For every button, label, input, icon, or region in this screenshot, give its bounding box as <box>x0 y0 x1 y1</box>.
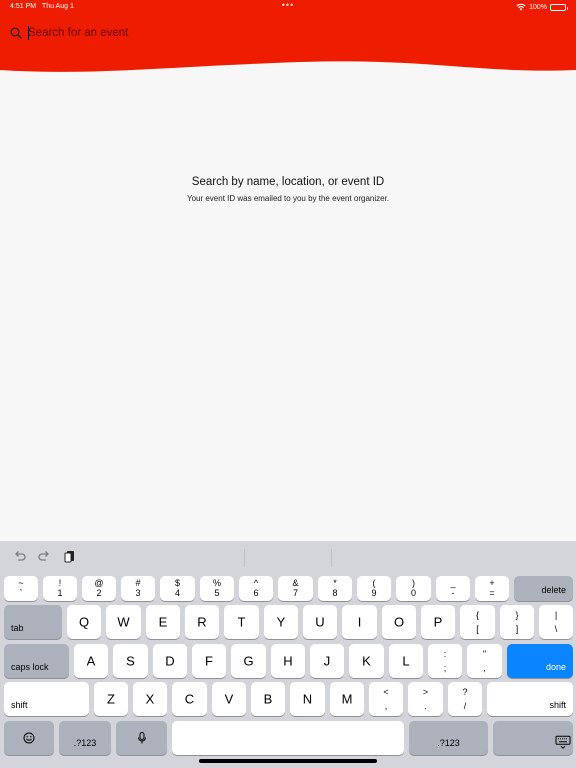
key-slash[interactable]: ? / <box>448 682 482 716</box>
wifi-icon <box>516 3 526 11</box>
key-u[interactable]: U <box>303 605 337 639</box>
paste-icon[interactable] <box>63 549 77 563</box>
toolbar-separator <box>331 549 332 567</box>
key-4[interactable]: $4 <box>160 576 195 601</box>
key-l[interactable]: L <box>389 644 423 678</box>
space-bar[interactable] <box>172 721 404 755</box>
redo-icon[interactable] <box>37 549 51 563</box>
delete-key[interactable]: delete <box>514 576 573 601</box>
dictation-key[interactable] <box>116 721 167 755</box>
emoji-icon <box>23 732 35 744</box>
key-d[interactable]: D <box>153 644 187 678</box>
battery-icon <box>550 3 568 11</box>
key-j[interactable]: J <box>310 644 344 678</box>
key-0[interactable]: ) 0 <box>396 576 431 601</box>
key-left-bracket[interactable]: {[ <box>460 605 495 639</box>
key-backtick[interactable]: ~ ` <box>4 576 38 601</box>
toolbar-separator <box>244 549 245 567</box>
key-1[interactable]: ! 1 <box>43 576 77 601</box>
done-key[interactable]: done <box>507 644 573 678</box>
key-f[interactable]: F <box>192 644 226 678</box>
home-indicator[interactable] <box>199 759 377 763</box>
key-comma[interactable]: <, <box>369 682 403 716</box>
key-2[interactable]: @2 <box>82 576 116 601</box>
text-cursor <box>28 26 29 40</box>
key-9[interactable]: (9 <box>357 576 391 601</box>
key-m[interactable]: M <box>330 682 364 716</box>
numbers-left-key[interactable]: .?123 <box>59 721 111 755</box>
key-p[interactable]: P <box>421 605 455 639</box>
caps-lock-key[interactable]: caps lock <box>4 644 69 678</box>
key-8[interactable]: * 8 <box>318 576 352 601</box>
key-b[interactable]: B <box>251 682 285 716</box>
shift-left-key[interactable]: shift <box>4 682 89 716</box>
dismiss-keyboard-key[interactable] <box>493 721 573 755</box>
status-time: 4:51 PM Thu Aug 1 <box>10 3 74 10</box>
key-t[interactable]: T <box>224 605 259 639</box>
multitask-dots[interactable]: ••• <box>282 0 294 10</box>
key-k[interactable]: K <box>349 644 384 678</box>
key-r[interactable]: R <box>185 605 219 639</box>
key-7[interactable]: & 7 <box>278 576 313 601</box>
empty-state-subtitle: Your event ID was emailed to you by the … <box>186 194 390 203</box>
on-screen-keyboard: ~ ` ! 1 @2 #3 $4 % 5 ^ 6 & 7 * 8 (9 ) 0 _ - + = d… <box>0 541 576 768</box>
numbers-right-key[interactable]: .?123 <box>409 721 488 755</box>
key-n[interactable]: N <box>290 682 325 716</box>
key-g[interactable]: G <box>231 644 266 678</box>
status-right: 100% <box>516 3 568 11</box>
key-e[interactable]: E <box>146 605 180 639</box>
key-y[interactable]: Y <box>264 605 298 639</box>
search-icon <box>10 27 22 39</box>
key-right-bracket[interactable]: }] <box>500 605 534 639</box>
key-x[interactable]: X <box>133 682 167 716</box>
key-quote[interactable]: ", <box>467 644 502 678</box>
search-bar[interactable] <box>10 24 566 42</box>
shift-right-key[interactable]: shift <box>487 682 573 716</box>
key-semicolon[interactable]: :; <box>428 644 462 678</box>
key-o[interactable]: O <box>382 605 416 639</box>
search-input[interactable] <box>28 27 566 39</box>
key-3[interactable]: #3 <box>121 576 155 601</box>
key-period[interactable]: >. <box>408 682 443 716</box>
key-c[interactable]: C <box>172 682 207 716</box>
key-v[interactable]: V <box>212 682 246 716</box>
microphone-icon <box>137 732 146 744</box>
key-backslash[interactable]: | \ <box>539 605 573 639</box>
status-bar: 4:51 PM Thu Aug 1 ••• 100% <box>10 0 568 13</box>
tab-key[interactable]: tab <box>4 605 62 639</box>
key-a[interactable]: A <box>74 644 108 678</box>
key-minus[interactable]: _ - <box>436 576 470 601</box>
empty-state: Search by name, location, or event ID Yo… <box>0 176 576 203</box>
key-6[interactable]: ^ 6 <box>239 576 273 601</box>
key-z[interactable]: Z <box>94 682 128 716</box>
key-5[interactable]: % 5 <box>200 576 234 601</box>
keyboard-toolbar <box>0 541 576 571</box>
emoji-key[interactable] <box>4 721 54 755</box>
key-w[interactable]: W <box>106 605 141 639</box>
battery-percent: 100% <box>529 3 547 11</box>
key-q[interactable]: Q <box>67 605 101 639</box>
key-equals[interactable]: + = <box>475 576 509 601</box>
key-s[interactable]: S <box>113 644 148 678</box>
key-h[interactable]: H <box>271 644 305 678</box>
app-header: 4:51 PM Thu Aug 1 ••• 100% <box>0 0 576 78</box>
key-i[interactable]: I <box>342 605 377 639</box>
keyboard-dismiss-icon <box>555 735 571 749</box>
undo-icon[interactable] <box>13 549 27 563</box>
empty-state-title: Search by name, location, or event ID <box>191 176 385 188</box>
